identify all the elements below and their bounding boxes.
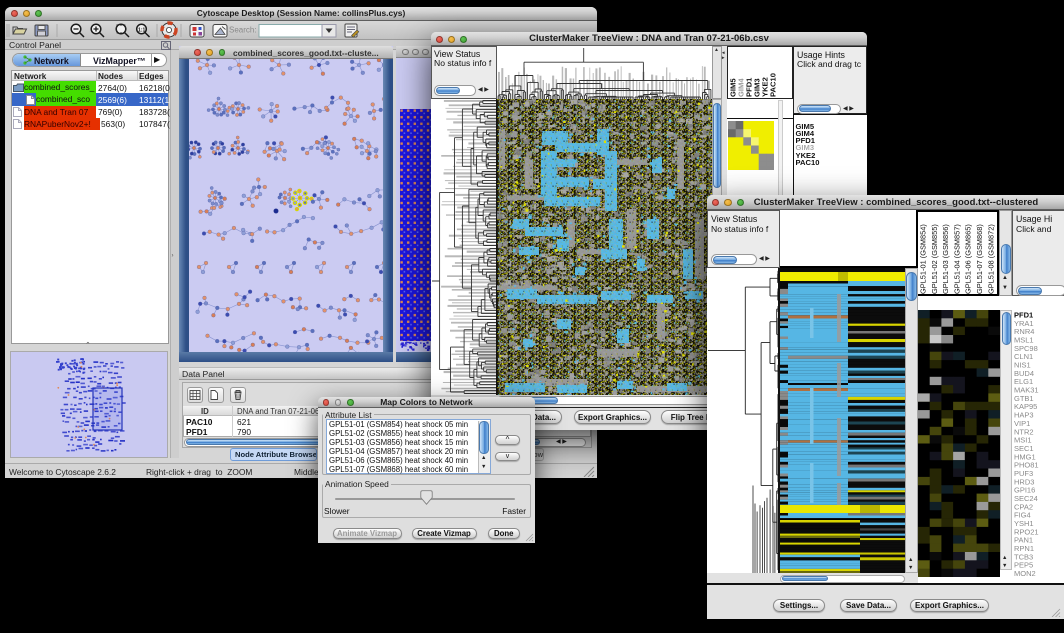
svg-text:1:1: 1:1 <box>138 27 145 33</box>
svg-text:GPL51-08 (GSM872): GPL51-08 (GSM872) <box>986 224 995 294</box>
svg-text:GPL51-03 (GSM856): GPL51-03 (GSM856) <box>941 224 950 294</box>
svg-text:Search:: Search: <box>229 25 257 34</box>
svg-text:GPL51-06 (GSM865): GPL51-06 (GSM865) <box>964 224 973 294</box>
svg-text:GPL51-02 (GSM855): GPL51-02 (GSM855) <box>930 224 939 294</box>
svg-text:GPL51-07 (GSM868): GPL51-07 (GSM868) <box>975 224 984 294</box>
svg-text:MON2: MON2 <box>1014 569 1036 578</box>
svg-text:GPL51-04 (GSM857): GPL51-04 (GSM857) <box>952 224 961 294</box>
svg-text:GPL51-01 (GSM854): GPL51-01 (GSM854) <box>919 224 928 294</box>
svg-text:PAC10: PAC10 <box>769 73 778 97</box>
